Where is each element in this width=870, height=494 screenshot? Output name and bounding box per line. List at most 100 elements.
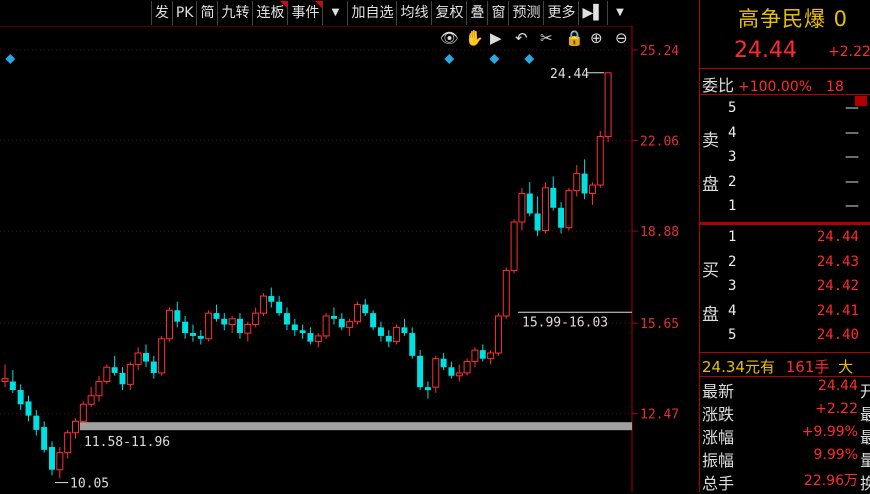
zoom-out-icon[interactable]: ⊖ [615,29,628,47]
candle-body [228,318,236,326]
candle [463,358,471,376]
candle-body [119,372,126,385]
stat-label: 总手 [702,474,735,493]
candle-body [518,193,526,223]
candles [1,72,612,479]
candle-body [573,173,581,192]
stat-next-label: 最 [860,405,870,424]
sell-label-2: 盘 [702,175,719,195]
eye-icon[interactable]: 👁 [440,29,459,47]
candle-body [487,352,495,360]
toolbar-pk-button[interactable]: PK [171,1,197,25]
candle [259,293,267,316]
candle [550,176,557,211]
candle-body [550,187,557,208]
toolbar-add-watchlist-button[interactable]: 加自选 [347,1,396,25]
toolbar-dropdown-icon[interactable]: ▼ [322,1,347,25]
candle [346,318,354,336]
candle-body [150,361,157,373]
stat-row: 涨幅 +9.99% 最 [702,424,870,448]
toolbar-ma-button[interactable]: 均线 [396,1,431,25]
candle-body [432,358,440,388]
sell-level-number: 3 [728,149,737,165]
play-icon[interactable]: ▶ [490,29,502,47]
toolbar-collapse-button[interactable]: ▶▌ [578,1,607,25]
price-change: +2.22 [828,44,870,60]
zoom-in-icon[interactable]: ⊕ [590,29,603,47]
stock-name[interactable]: 高争民爆 0 [738,3,848,33]
high-label: 24.44 [550,67,589,82]
toolbar-simple-button[interactable]: 简 [196,1,217,25]
candle-body [126,363,134,385]
stat-row: 振幅 9.99% 量 [702,447,870,471]
candle [126,361,134,391]
candle [268,287,275,308]
candle [409,327,416,359]
hand-icon[interactable]: ✋ [465,29,484,47]
candle-body [307,333,314,342]
stat-value: +9.99% [801,424,858,440]
buy-level-price: 24.41 [816,302,859,319]
candle [588,182,596,205]
stat-row: 总手 22.96万换 [702,470,870,494]
candle-body [338,318,345,328]
candle [189,324,196,342]
candle-body [455,372,463,377]
trade-unit: 元有 [744,358,775,376]
toolbar-overlay-button[interactable]: 叠 [466,1,487,25]
toolbar-menu-icon[interactable]: ▼ [607,1,632,25]
candle-body [448,367,455,376]
candle [541,182,549,234]
candle-body [79,403,87,422]
toolbar-nine-turn-button[interactable]: 九转 [217,1,252,25]
candle-body [377,327,384,336]
candle [448,361,455,379]
event-marker [444,54,455,64]
buy-level-number: 2 [728,253,737,270]
stat-next-label: 换 [860,474,870,493]
candle-body [314,335,322,343]
scissors-icon[interactable]: ✂ [540,29,553,47]
candle-body [134,352,142,365]
candle-body [558,207,565,228]
buy-level-number: 3 [728,278,737,294]
toolbar-buttons: 发 PK 简 九转 连板 事件 ▼ 加自选 均线 复权 叠 窗 预测 更多 ▶▌… [150,0,632,26]
candle [41,421,48,453]
toolbar-limit-up-button[interactable]: 连板 [252,1,288,25]
candle [424,381,431,399]
stat-label: 涨幅 [702,428,735,447]
undo-icon[interactable]: ↶ [515,29,528,47]
trade-tail: 大 [838,358,854,376]
candle [150,355,157,379]
candle-body [424,387,431,391]
last-price: 24.44 [734,38,797,63]
candle [111,355,118,376]
candle [165,307,173,342]
toolbar-adjust-button[interactable]: 复权 [431,1,466,25]
toolbar-event-button[interactable]: 事件 [287,1,323,25]
toolbar-fa-button[interactable]: 发 [150,1,172,25]
support-zone-label: 11.58-11.96 [84,435,170,450]
y-tick-label: 18.88 [640,225,679,240]
buy-level-price: 24.44 [816,229,859,245]
candle [565,187,573,231]
sell-level-price: — [845,149,859,165]
candlestick-chart[interactable]: 👁 ✋ ▶ ↶ ✂ 🔒 ⊕ ⊖ 11.58-11.96 15.99-16.03 24.44 10.0… [0,26,700,492]
candle [252,307,260,328]
candle [432,355,440,393]
candle-body [362,304,369,314]
candle-body [385,335,392,342]
toolbar-more-button[interactable]: 更多 [543,1,578,25]
candle [362,298,369,316]
candle-body [346,321,354,328]
candle-body [64,432,72,454]
lock-icon[interactable]: 🔒 [565,29,584,47]
toolbar-forecast-button[interactable]: 预测 [508,1,543,25]
candle [385,330,392,348]
candle [103,364,111,385]
toolbar-window-button[interactable]: 窗 [487,1,508,25]
candle [244,321,252,342]
candle-body [534,213,541,231]
candle-body [479,350,486,359]
candle-body [9,381,16,391]
